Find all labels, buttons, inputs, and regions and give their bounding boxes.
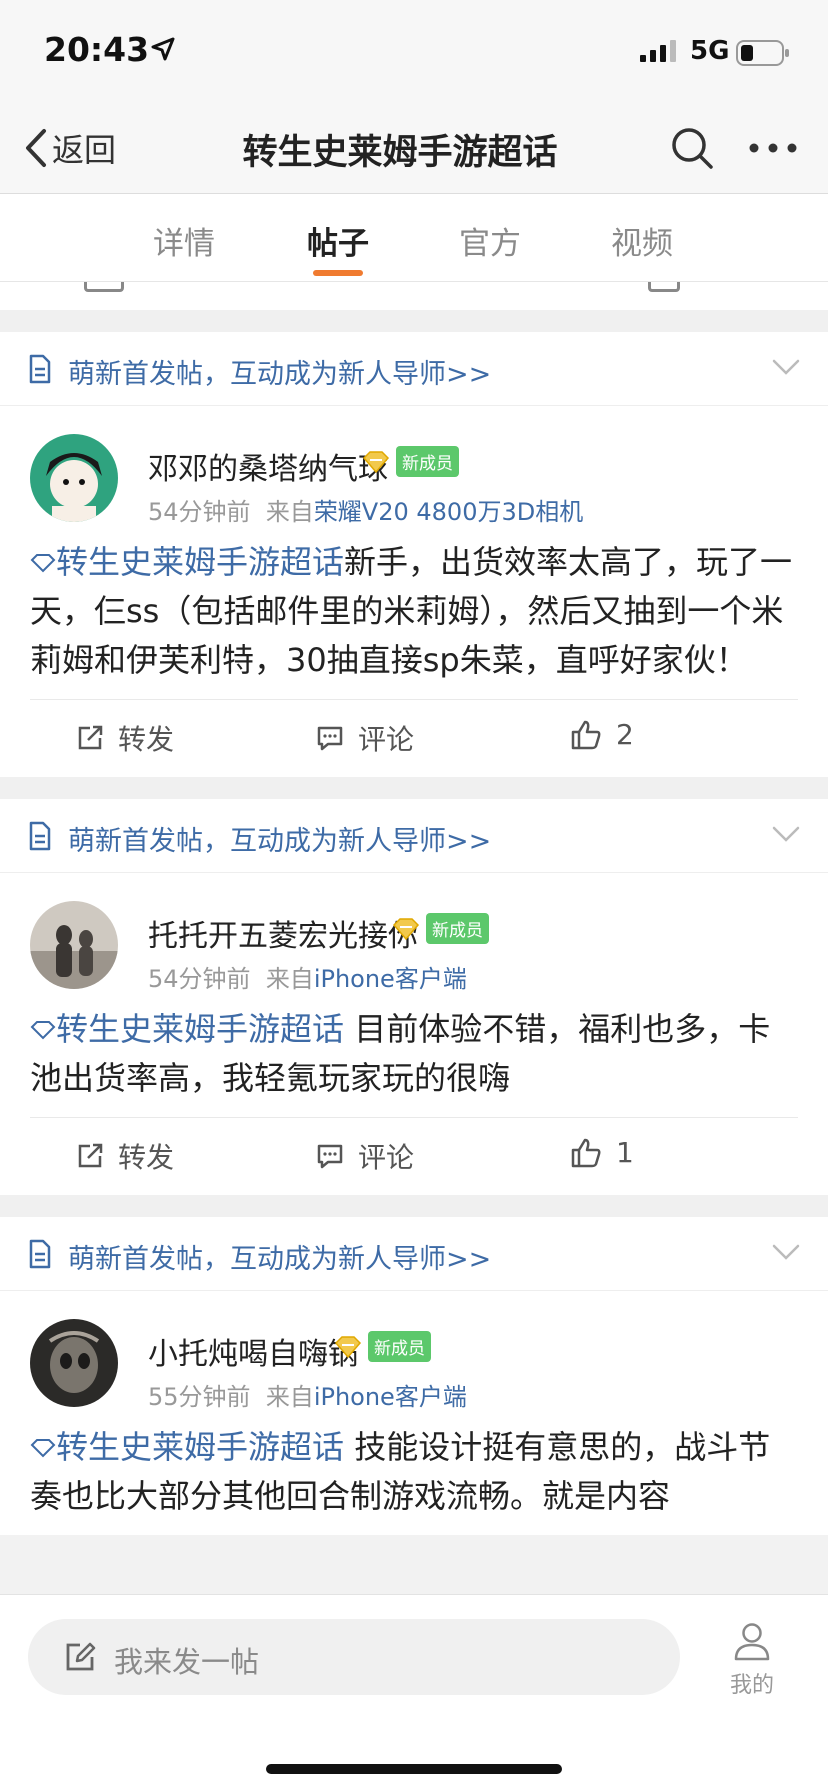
diamond-level-icon <box>334 1335 362 1358</box>
new-member-badge: 新成员 <box>426 913 489 944</box>
nav-bar: 返回 转生史莱姆手游超话 <box>0 100 828 194</box>
profile-label: 我的 <box>729 1673 774 1698</box>
notice-text: 萌新首发帖，互动成为新人导师>> <box>68 826 492 857</box>
previous-post-tail <box>0 282 828 310</box>
diamond-level-icon <box>362 450 390 473</box>
topic-link[interactable]: 转生史莱姆手游超话 <box>30 1428 344 1466</box>
user-badges: 新成员 <box>362 446 459 477</box>
notice-text: 萌新首发帖，互动成为新人导师>> <box>68 359 492 390</box>
topic-diamond-icon <box>30 554 56 573</box>
back-button[interactable]: 返回 <box>24 124 116 172</box>
source-prefix: 来自 <box>265 965 314 993</box>
post-card[interactable]: 萌新首发帖，互动成为新人导师>> 邓邓的桑塔纳气球 新成员 54分钟前 来自荣耀… <box>0 332 828 777</box>
post-meta: 54分钟前 来自iPhone客户端 <box>148 959 467 994</box>
user-badges: 新成员 <box>392 913 489 944</box>
post-header: 小托炖喝自嗨锅 新成员 55分钟前 来自iPhone客户端 <box>0 1291 828 1423</box>
status-bar: 20:43 5G <box>0 0 828 100</box>
topic-link[interactable]: 转生史莱姆手游超话 <box>30 543 344 581</box>
page-title: 转生史莱姆手游超话 <box>242 133 558 173</box>
like-button[interactable]: 2 <box>570 718 634 751</box>
comment-icon <box>317 1144 343 1169</box>
repost-icon <box>78 725 103 750</box>
user-badges: 新成员 <box>334 1331 431 1362</box>
active-tab-indicator <box>313 270 363 276</box>
source-prefix: 来自 <box>265 498 314 526</box>
edit-icon <box>66 1642 96 1671</box>
notice-text: 萌新首发帖，互动成为新人导师>> <box>68 1244 492 1275</box>
diamond-level-icon <box>392 917 420 940</box>
new-member-badge: 新成员 <box>368 1331 431 1362</box>
post-actions: 转发 评论 1 <box>30 1117 798 1195</box>
document-icon <box>29 354 51 384</box>
chevron-left-icon <box>26 129 46 167</box>
repost-button[interactable]: 转发 <box>76 718 174 758</box>
post-feed[interactable]: 萌新首发帖，互动成为新人导师>> 邓邓的桑塔纳气球 新成员 54分钟前 来自荣耀… <box>0 282 828 1594</box>
repost-icon <box>78 1143 103 1168</box>
post-time: 54分钟前 <box>148 498 251 526</box>
bottom-bar: 我来发一帖 我的 <box>0 1594 828 1792</box>
chevron-down-icon[interactable] <box>772 825 800 843</box>
comment-button[interactable]: 评论 <box>316 718 414 758</box>
battery-icon <box>736 40 789 66</box>
newbie-notice-link[interactable]: 萌新首发帖，互动成为新人导师>> <box>0 332 828 406</box>
profile-button[interactable]: 我的 <box>722 1621 782 1699</box>
post-source[interactable]: iPhone客户端 <box>314 1383 467 1411</box>
post-actions: 转发 评论 2 <box>30 699 798 777</box>
post-time: 54分钟前 <box>148 965 251 993</box>
search-icon[interactable] <box>670 126 714 170</box>
like-button[interactable]: 1 <box>570 1136 634 1169</box>
newbie-notice-link[interactable]: 萌新首发帖，互动成为新人导师>> <box>0 1217 828 1291</box>
comment-icon <box>317 726 343 751</box>
avatar[interactable] <box>30 434 118 522</box>
post-body[interactable]: 转生史莱姆手游超话新手，出货效率太高了，玩了一天，仨ss（包括邮件里的米莉姆），… <box>0 538 828 699</box>
compose-post-button[interactable]: 我来发一帖 <box>28 1619 680 1695</box>
status-time: 20:43 <box>44 30 150 69</box>
repost-button[interactable]: 转发 <box>76 1136 174 1176</box>
post-card[interactable]: 萌新首发帖，互动成为新人导师>> 托托开五菱宏光接你 新成员 54分钟前 来自i… <box>0 799 828 1195</box>
tab-posts[interactable]: 帖子 <box>288 218 388 263</box>
post-meta: 55分钟前 来自iPhone客户端 <box>148 1377 467 1412</box>
chevron-down-icon[interactable] <box>772 1243 800 1261</box>
newbie-notice-link[interactable]: 萌新首发帖，互动成为新人导师>> <box>0 799 828 873</box>
more-icon[interactable] <box>748 142 798 154</box>
post-source[interactable]: iPhone客户端 <box>314 965 467 993</box>
tab-details[interactable]: 详情 <box>134 218 234 263</box>
username[interactable]: 托托开五菱宏光接你 <box>148 911 418 955</box>
tab-bar: 详情 帖子 官方 视频 <box>0 194 828 282</box>
user-icon <box>734 1623 770 1661</box>
post-body[interactable]: 转生史莱姆手游超话 目前体验不错，福利也多，卡池出货率高，我轻氪玩家玩的很嗨 <box>0 1005 828 1117</box>
like-count: 2 <box>616 718 634 751</box>
new-member-badge: 新成员 <box>396 446 459 477</box>
post-time: 55分钟前 <box>148 1383 251 1411</box>
post-card[interactable]: 萌新首发帖，互动成为新人导师>> 小托炖喝自嗨锅 新成员 55分钟前 来自iPh… <box>0 1217 828 1535</box>
thumbs-up-icon <box>571 720 601 749</box>
username[interactable]: 小托炖喝自嗨锅 <box>148 1329 358 1373</box>
comment-button[interactable]: 评论 <box>316 1136 414 1176</box>
tab-video[interactable]: 视频 <box>592 218 692 263</box>
post-header: 托托开五菱宏光接你 新成员 54分钟前 来自iPhone客户端 <box>0 873 828 1005</box>
network-label: 5G <box>690 36 730 66</box>
like-count: 1 <box>616 1136 634 1169</box>
topic-diamond-icon <box>30 1021 56 1040</box>
topic-diamond-icon <box>30 1439 56 1458</box>
document-icon <box>29 1239 51 1269</box>
source-prefix: 来自 <box>265 1383 314 1411</box>
avatar[interactable] <box>30 901 118 989</box>
tab-official[interactable]: 官方 <box>440 218 540 263</box>
document-icon <box>29 821 51 851</box>
username[interactable]: 邓邓的桑塔纳气球 <box>148 444 388 488</box>
thumbs-up-icon <box>571 1138 601 1167</box>
location-arrow-icon <box>151 37 175 61</box>
post-source[interactable]: 荣耀V20 4800万3D相机 <box>314 498 583 526</box>
post-meta: 54分钟前 来自荣耀V20 4800万3D相机 <box>148 492 583 527</box>
topic-link[interactable]: 转生史莱姆手游超话 <box>30 1010 344 1048</box>
post-header: 邓邓的桑塔纳气球 新成员 54分钟前 来自荣耀V20 4800万3D相机 <box>0 406 828 538</box>
home-indicator[interactable] <box>266 1764 562 1774</box>
signal-icon <box>640 40 676 62</box>
avatar[interactable] <box>30 1319 118 1407</box>
post-body[interactable]: 转生史莱姆手游超话 技能设计挺有意思的，战斗节奏也比大部分其他回合制游戏流畅。就… <box>0 1423 828 1535</box>
chevron-down-icon[interactable] <box>772 358 800 376</box>
back-label: 返回 <box>52 131 117 169</box>
compose-placeholder: 我来发一帖 <box>114 1645 260 1679</box>
